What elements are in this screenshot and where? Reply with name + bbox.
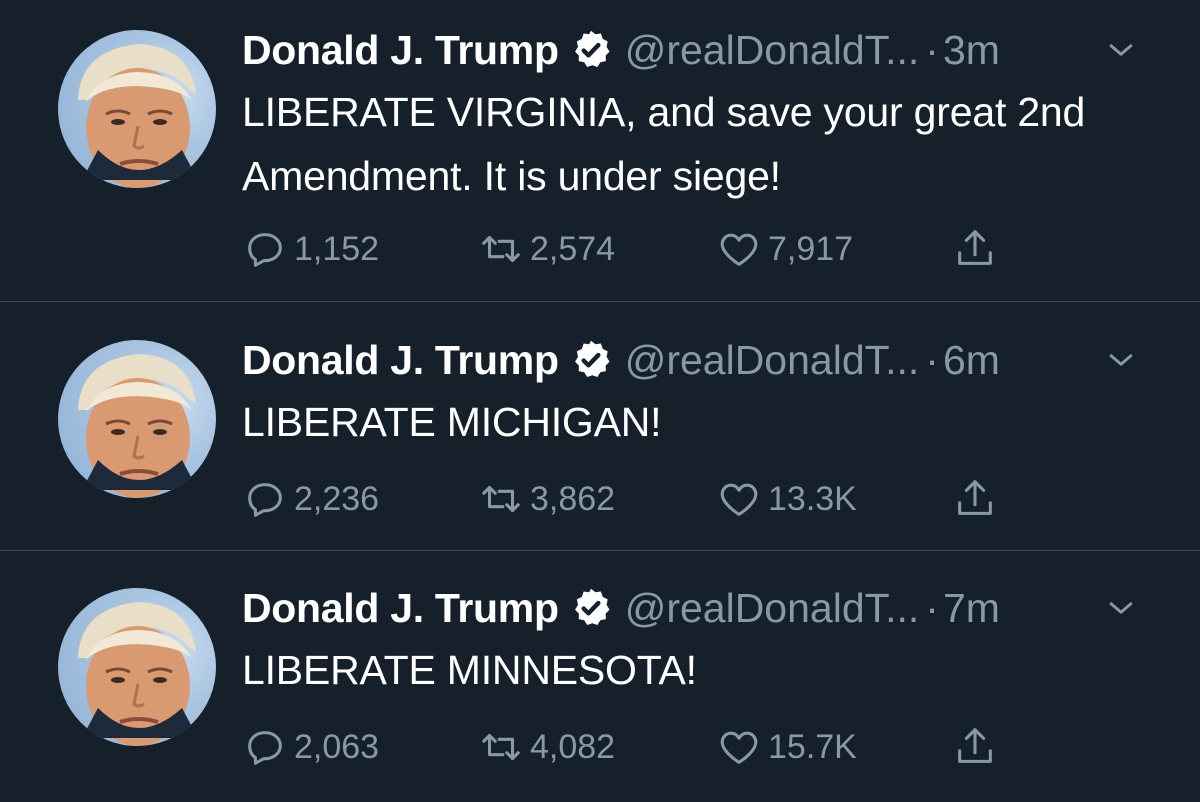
tweet-actions: 2,063 4,082 15.7K [242, 722, 1042, 772]
tweet-actions: 1,152 2,574 7,917 [242, 224, 1042, 274]
share-icon [958, 728, 992, 763]
tweet-header: Donald J. Trump @realDonaldT... · 3m [242, 20, 1160, 80]
reply-button[interactable]: 2,063 [242, 722, 379, 772]
retweet-icon [482, 485, 520, 513]
like-button[interactable]: 13.3K [716, 474, 857, 524]
retweet-count: 4,082 [530, 727, 616, 766]
share-icon [958, 230, 992, 265]
share-button[interactable] [952, 474, 1004, 524]
tweet-text: LIBERATE MINNESOTA! [242, 647, 697, 693]
avatar[interactable] [58, 340, 216, 498]
avatar-portrait-icon [78, 602, 198, 746]
reply-button[interactable]: 1,152 [242, 224, 379, 274]
tweet-header: Donald J. Trump @realDonaldT... · 6m [242, 330, 1160, 390]
retweet-icon [482, 235, 520, 263]
verified-badge-icon [574, 588, 610, 626]
timestamp[interactable]: 3m [943, 27, 1000, 74]
reply-count: 2,063 [294, 727, 380, 766]
timestamp[interactable]: 7m [943, 585, 1000, 632]
tweet[interactable]: Donald J. Trump @realDonaldT... · 3m LIB… [0, 0, 1200, 302]
reply-icon [248, 233, 282, 267]
author-handle[interactable]: @realDonaldT... [625, 337, 920, 384]
retweet-count: 2,574 [530, 229, 616, 268]
tweet-text: LIBERATE MICHIGAN! [242, 399, 662, 445]
share-icon [958, 480, 992, 515]
avatar[interactable] [58, 588, 216, 746]
verified-badge-icon [574, 30, 610, 68]
share-button[interactable] [952, 722, 1004, 772]
chevron-down-icon[interactable] [1104, 343, 1138, 377]
author-name[interactable]: Donald J. Trump [242, 337, 559, 384]
author-handle[interactable]: @realDonaldT... [625, 27, 920, 74]
like-count: 7,917 [768, 229, 854, 268]
timeline: Donald J. Trump @realDonaldT... · 3m LIB… [0, 0, 1200, 802]
tweet-header: Donald J. Trump @realDonaldT... · 7m [242, 578, 1160, 638]
like-count: 13.3K [768, 479, 857, 518]
chevron-down-icon[interactable] [1104, 591, 1138, 625]
retweet-button[interactable]: 3,862 [478, 474, 615, 524]
avatar-portrait-icon [78, 44, 198, 188]
tweet[interactable]: Donald J. Trump @realDonaldT... · 6m LIB… [0, 302, 1200, 551]
separator-dot: · [925, 584, 939, 631]
avatar[interactable] [58, 30, 216, 188]
share-button[interactable] [952, 224, 1004, 274]
tweet-actions: 2,236 3,862 13.3K [242, 474, 1042, 524]
chevron-down-icon[interactable] [1104, 33, 1138, 67]
like-count: 15.7K [768, 727, 857, 766]
author-name[interactable]: Donald J. Trump [242, 585, 559, 632]
author-name[interactable]: Donald J. Trump [242, 27, 559, 74]
heart-icon [720, 233, 758, 266]
retweet-count: 3,862 [530, 479, 616, 518]
author-handle[interactable]: @realDonaldT... [625, 585, 920, 632]
reply-icon [248, 483, 282, 517]
heart-icon [720, 731, 758, 764]
reply-count: 1,152 [294, 229, 380, 268]
reply-button[interactable]: 2,236 [242, 474, 379, 524]
heart-icon [720, 483, 758, 516]
retweet-icon [482, 733, 520, 761]
timestamp[interactable]: 6m [943, 337, 1000, 384]
retweet-button[interactable]: 2,574 [478, 224, 615, 274]
like-button[interactable]: 15.7K [716, 722, 857, 772]
tweet-text: LIBERATE VIRGINIA, and save your great 2… [242, 89, 1086, 199]
separator-dot: · [925, 336, 939, 383]
tweet[interactable]: Donald J. Trump @realDonaldT... · 7m LIB… [0, 552, 1200, 802]
verified-badge-icon [574, 340, 610, 378]
reply-count: 2,236 [294, 479, 380, 518]
avatar-portrait-icon [78, 354, 198, 498]
like-button[interactable]: 7,917 [716, 224, 853, 274]
reply-icon [248, 731, 282, 765]
separator-dot: · [925, 26, 939, 73]
retweet-button[interactable]: 4,082 [478, 722, 615, 772]
